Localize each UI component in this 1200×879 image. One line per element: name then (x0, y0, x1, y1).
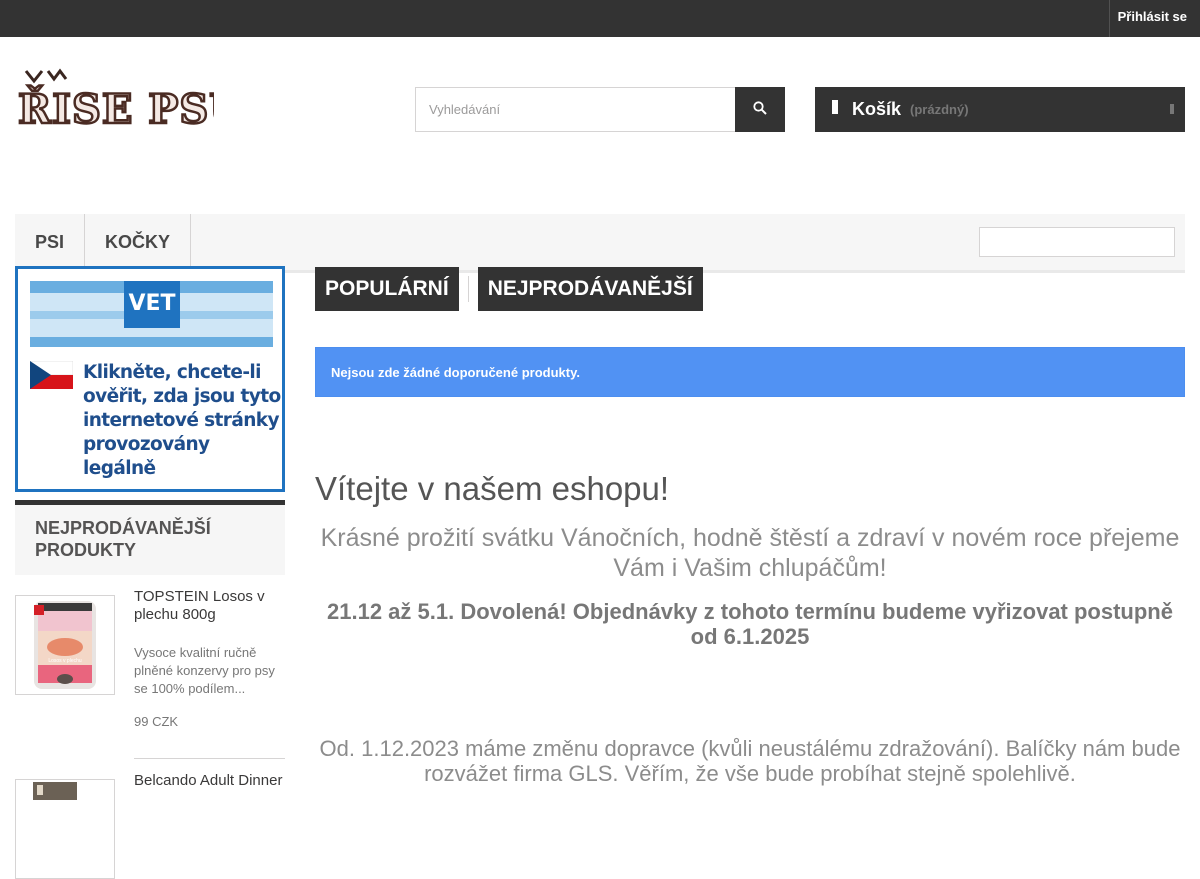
cart-button[interactable]: Košík (prázdný) (815, 87, 1185, 132)
bestsellers-header: NEJPRODÁVANĚJŠÍ PRODUKTY (15, 500, 285, 575)
product-body: Belcando Adult Dinner (134, 772, 285, 879)
cart-status: (prázdný) (910, 102, 969, 117)
bestsellers-title[interactable]: NEJPRODÁVANĚJŠÍ PRODUKTY (35, 517, 265, 561)
svg-text:ŘISE PSŮ: ŘISE PSŮ (18, 86, 214, 129)
vet-banner[interactable]: VET Klikněte, chcete-li ověřit, zda jsou… (15, 266, 285, 492)
login-link[interactable]: Přihlásit se (1108, 0, 1200, 37)
vet-banner-text: Klikněte, chcete-li ověřit, zda jsou tyt… (83, 362, 281, 479)
tab-divider (467, 276, 469, 302)
product-image[interactable] (15, 779, 115, 879)
search-bar (415, 87, 785, 132)
tab-bestsellers[interactable]: NEJPRODÁVANĚJŠÍ (477, 267, 703, 311)
holiday-notice: 21.12 až 5.1. Dovolená! Objednávky z toh… (327, 599, 1173, 649)
tab-popular[interactable]: POPULÁRNÍ (315, 267, 459, 311)
info-alert: Nejsou zde žádné doporučené produkty. (315, 347, 1185, 397)
logo[interactable]: ŘISE PSŮ (17, 67, 245, 134)
czech-flag-icon (30, 361, 73, 389)
product-divider (134, 729, 285, 759)
menu-item-psi[interactable]: PSI (15, 214, 86, 270)
product-item: Belcando Adult Dinner (15, 759, 285, 879)
cart-toggle-icon (1169, 102, 1175, 121)
product-name[interactable]: TOPSTEIN Losos v plechu 800g (134, 588, 285, 624)
christmas-message: Krásné prožití svátku Vánočních, hodně š… (320, 524, 1180, 582)
search-icon (753, 101, 767, 118)
vet-badge: VET (128, 291, 176, 316)
product-price: 99 CZK (134, 714, 179, 729)
product-image-label: Losos v plechu (48, 658, 82, 664)
product-item: Losos v plechu TOPSTEIN Losos v plechu 8… (15, 575, 285, 759)
left-column: VET Klikněte, chcete-li ověřit, zda jsou… (15, 266, 285, 879)
welcome-heading: Vítejte v našem eshopu! (315, 470, 670, 507)
product-image[interactable]: Losos v plechu (15, 595, 115, 695)
search-input[interactable] (415, 87, 735, 132)
search-button[interactable] (735, 87, 785, 132)
menu-item-kocky[interactable]: KOČKY (85, 214, 192, 270)
main-menu: PSI KOČKY (15, 214, 1185, 273)
cart-icon (831, 100, 839, 119)
menu-search-input[interactable] (979, 227, 1175, 257)
cart-label: Košík (852, 99, 902, 119)
main-column: POPULÁRNÍ NEJPRODÁVANĚJŠÍ Nejsou zde žád… (315, 267, 1185, 786)
shipping-notice: Od. 1.12.2023 máme změnu dopravce (kvůli… (319, 736, 1181, 786)
product-description: Vysoce kvalitní ručně plněné konzervy pr… (134, 645, 275, 696)
product-name[interactable]: Belcando Adult Dinner (134, 772, 285, 790)
header: ŘISE PSŮ Košík (prázdný) PSI KOČKY (0, 37, 1200, 273)
product-body: TOPSTEIN Losos v plechu 800g Vysoce kval… (134, 588, 285, 759)
product-tabs: POPULÁRNÍ NEJPRODÁVANĚJŠÍ (315, 267, 1185, 311)
top-bar: Přihlásit se (0, 0, 1200, 37)
